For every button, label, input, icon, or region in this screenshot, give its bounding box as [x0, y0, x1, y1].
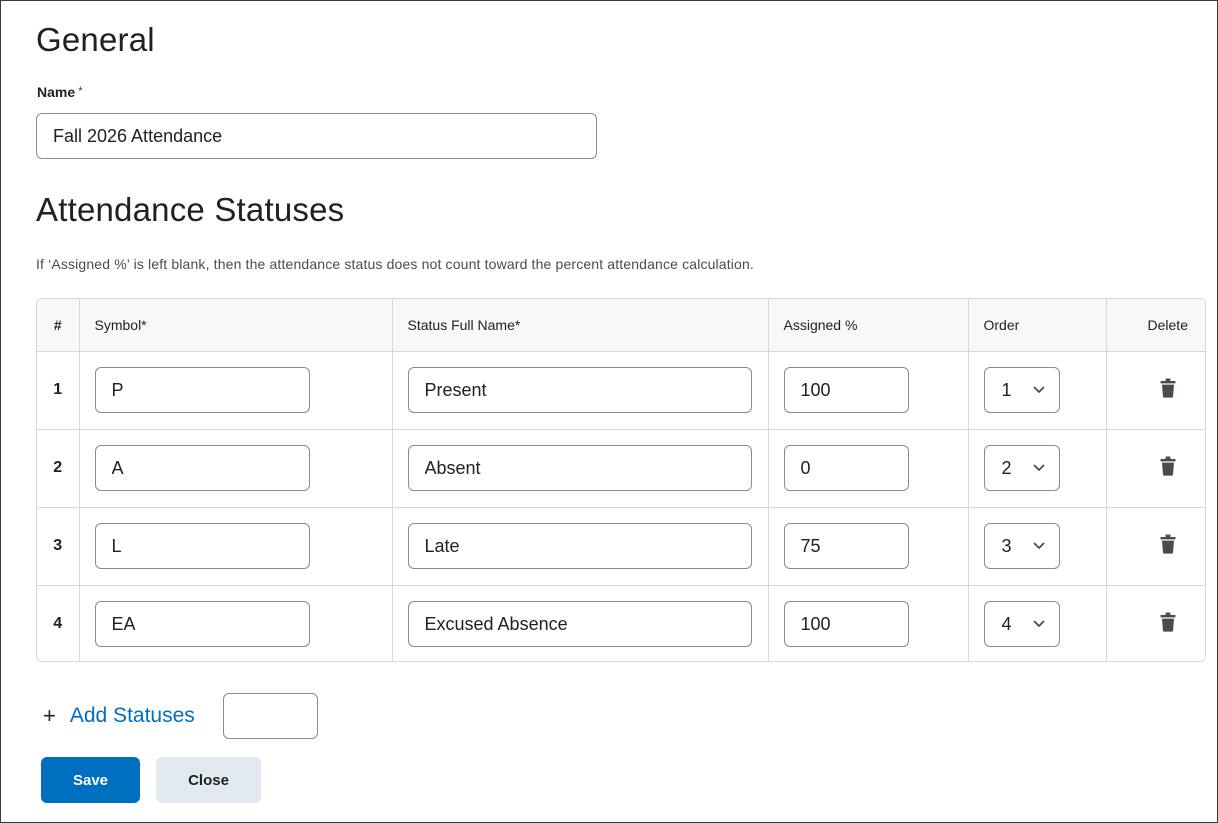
assigned-percent-input[interactable] — [783, 523, 909, 569]
symbol-input[interactable] — [94, 601, 310, 648]
col-header-full-name: Status Full Name* — [392, 299, 769, 352]
col-header-delete: Delete — [1106, 299, 1205, 352]
order-value: 4 — [1001, 613, 1012, 634]
order-select[interactable]: 3 — [983, 523, 1060, 569]
name-label: Name * — [37, 84, 83, 100]
table-header-row: # Symbol* Status Full Name* Assigned % O… — [37, 299, 1205, 352]
statuses-table: # Symbol* Status Full Name* Assigned % O… — [36, 298, 1206, 662]
order-value: 2 — [1001, 457, 1012, 478]
order-select[interactable]: 4 — [983, 601, 1060, 648]
trash-icon[interactable] — [1160, 456, 1176, 476]
order-select[interactable]: 1 — [983, 367, 1060, 413]
chevron-down-icon — [1033, 464, 1044, 471]
table-row: 4 4 — [37, 585, 1205, 661]
table-row: 1 1 — [37, 351, 1205, 430]
col-header-order: Order — [968, 299, 1107, 352]
order-value: 1 — [1001, 379, 1012, 400]
add-statuses-row: + Add Statuses — [43, 693, 318, 739]
save-button[interactable]: Save — [41, 757, 140, 803]
status-name-input[interactable] — [407, 367, 752, 413]
order-select[interactable]: 2 — [983, 445, 1060, 491]
col-header-symbol: Symbol* — [79, 299, 393, 352]
status-name-input[interactable] — [407, 601, 752, 648]
trash-icon[interactable] — [1160, 378, 1176, 398]
table-row: 3 3 — [37, 507, 1205, 586]
table-row: 2 2 — [37, 429, 1205, 508]
col-header-num: # — [37, 299, 80, 352]
symbol-input[interactable] — [94, 445, 310, 491]
chevron-down-icon — [1033, 386, 1044, 393]
assigned-percent-input[interactable] — [783, 367, 909, 413]
row-number: 2 — [37, 429, 80, 508]
add-statuses-count-input[interactable] — [222, 693, 318, 739]
trash-icon[interactable] — [1160, 612, 1176, 632]
add-statuses-link[interactable]: Add Statuses — [70, 704, 195, 728]
order-value: 3 — [1001, 535, 1012, 556]
chevron-down-icon — [1033, 620, 1044, 628]
required-mark: * — [78, 84, 83, 98]
help-text: If ‘Assigned %’ is left blank, then the … — [36, 256, 754, 272]
row-number: 3 — [37, 507, 80, 586]
plus-icon[interactable]: + — [43, 705, 56, 727]
row-number: 4 — [37, 585, 80, 661]
status-name-input[interactable] — [407, 523, 752, 569]
col-header-assigned: Assigned % — [768, 299, 969, 352]
attendance-form: General Name* Attendance Statuses If ‘As… — [0, 0, 1218, 823]
symbol-input[interactable] — [94, 367, 310, 413]
chevron-down-icon — [1033, 542, 1044, 549]
trash-icon[interactable] — [1160, 534, 1176, 554]
name-input[interactable] — [36, 113, 597, 159]
close-button[interactable]: Close — [156, 757, 261, 803]
assigned-percent-input[interactable] — [783, 445, 909, 491]
name-label-text: Name — [37, 84, 76, 100]
general-heading: General — [36, 21, 155, 58]
assigned-percent-input[interactable] — [783, 601, 909, 648]
symbol-input[interactable] — [94, 523, 310, 569]
status-name-input[interactable] — [407, 445, 752, 491]
attendance-statuses-heading: Attendance Statuses — [36, 191, 345, 228]
row-number: 1 — [37, 351, 80, 430]
